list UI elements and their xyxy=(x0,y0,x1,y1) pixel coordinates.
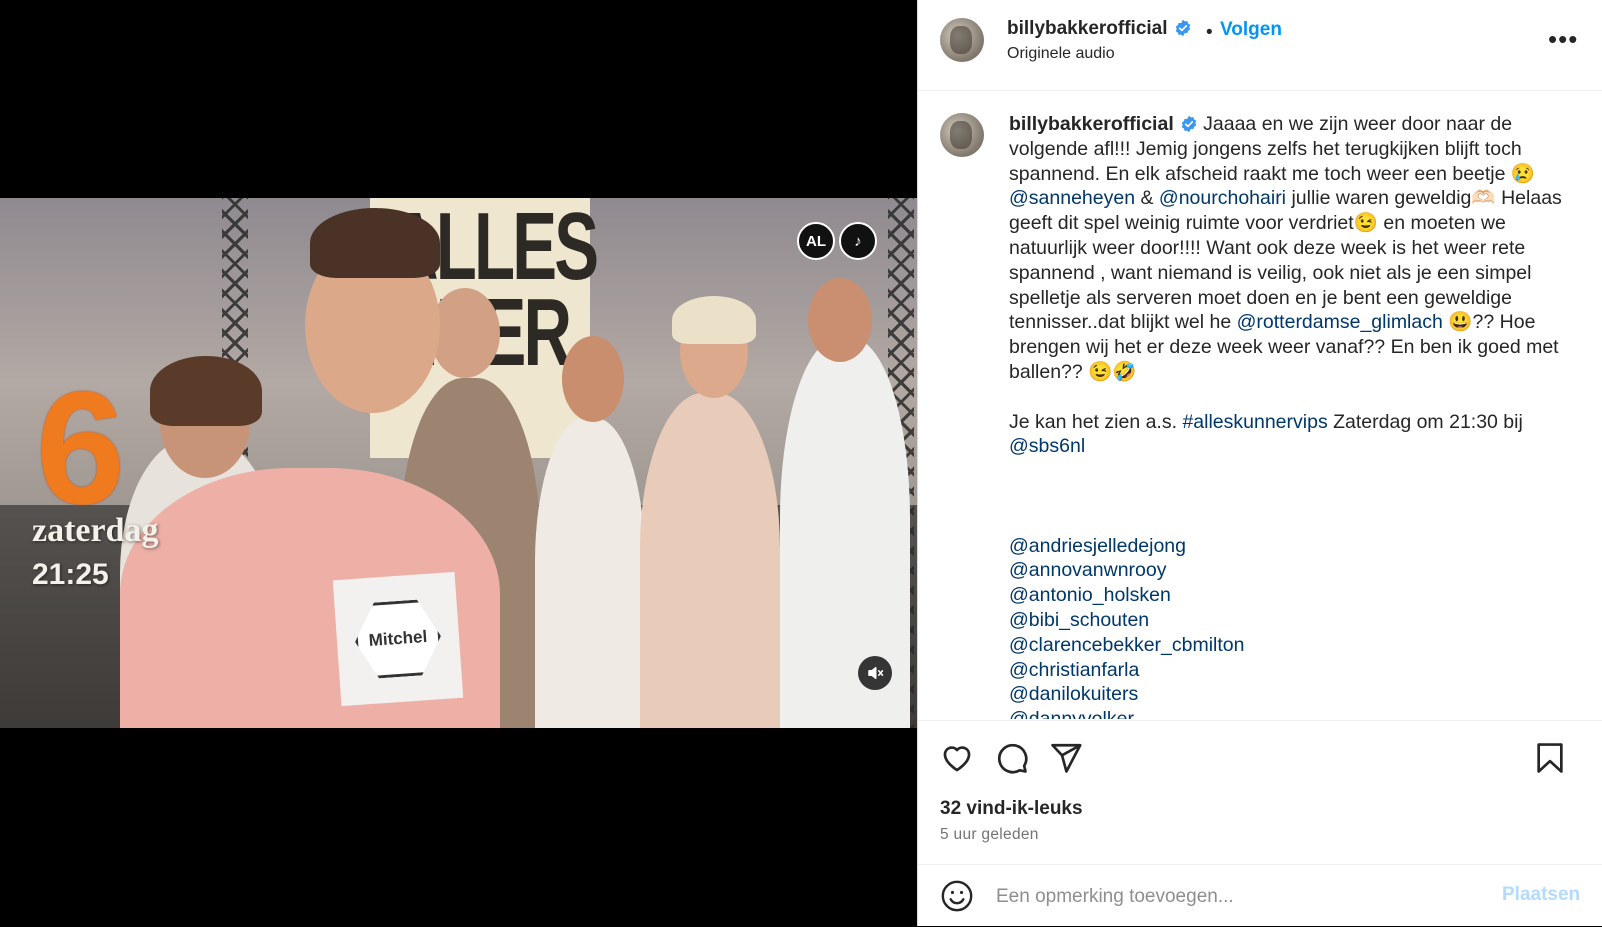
post-header: billybakkerofficial • Volgen Originele a… xyxy=(918,0,1602,91)
hashtag-link[interactable]: #alleskunnervips xyxy=(1182,411,1327,433)
header-separator: • xyxy=(1206,22,1213,43)
verified-badge-icon xyxy=(1181,115,1197,133)
follow-button[interactable]: Volgen xyxy=(1220,19,1282,41)
content-warning-badge: ♪ xyxy=(839,222,877,260)
header-username[interactable]: billybakkerofficial xyxy=(1007,18,1168,39)
tag-list: @andriesjelledejong @annovanwnrooy @anto… xyxy=(1009,534,1569,719)
more-icon: ••• xyxy=(1548,24,1579,54)
video-host-hair xyxy=(310,208,440,278)
video-name-tag: Mitchel xyxy=(332,571,464,707)
video-person-head xyxy=(562,336,624,422)
caption-text: billybakkerofficial Jaaaa en we zijn wee… xyxy=(1009,112,1569,719)
tag-link[interactable]: @dannyvolker xyxy=(1009,708,1134,719)
caption-avatar[interactable] xyxy=(940,113,984,157)
mute-button[interactable] xyxy=(858,656,892,690)
video-badges: AL ♪ xyxy=(797,222,877,260)
tag-link[interactable]: @andriesjelledejong xyxy=(1009,535,1186,557)
verified-badge-icon xyxy=(1175,19,1190,37)
tag-link[interactable]: @christianfarla xyxy=(1009,659,1139,681)
comment-input[interactable] xyxy=(994,879,1468,915)
tag-link[interactable]: @annovanwnrooy xyxy=(1009,559,1166,581)
airing-day: zaterdag xyxy=(32,512,159,549)
likes-count[interactable]: 32 vind-ik-leuks xyxy=(940,798,1083,820)
video-person-hair xyxy=(150,356,262,426)
mute-icon xyxy=(868,667,884,679)
channel-six-logo: 6 xyxy=(36,358,125,537)
video-person xyxy=(640,393,780,728)
video-frame: ALLES NNER Mitchel xyxy=(0,198,917,728)
caption-text-fragment: & xyxy=(1135,187,1159,210)
comment-icon[interactable] xyxy=(995,741,1029,775)
tag-link[interactable]: @danilokuiters xyxy=(1009,683,1138,705)
mention-link[interactable]: @sanneheyen xyxy=(1009,187,1135,209)
media-area: ALLES NNER Mitchel 6 xyxy=(0,0,917,926)
post-timestamp: 5 uur geleden xyxy=(940,826,1039,843)
emoji-icon[interactable] xyxy=(940,879,974,913)
post-panel: billybakkerofficial • Volgen Originele a… xyxy=(917,0,1602,926)
more-options-button[interactable]: ••• xyxy=(1548,24,1578,55)
post-comment-button[interactable]: Plaatsen xyxy=(1502,884,1580,906)
action-bar: 32 vind-ik-leuks 5 uur geleden xyxy=(918,720,1602,865)
video-person-head xyxy=(808,278,872,362)
mention-link[interactable]: @nourchohairi xyxy=(1159,187,1286,209)
comment-composer: Plaatsen xyxy=(918,864,1602,927)
video-name-tag-text: Mitchel xyxy=(368,626,428,651)
tag-link[interactable]: @clarencebekker_cbmilton xyxy=(1009,634,1245,656)
original-audio-link[interactable]: Originele audio xyxy=(1007,45,1115,63)
video-person xyxy=(535,418,645,728)
video-person-head xyxy=(430,288,500,378)
tag-link[interactable]: @antonio_holsken xyxy=(1009,584,1171,606)
mention-link[interactable]: @sbs6nl xyxy=(1009,435,1085,457)
video-person-hair xyxy=(672,296,756,344)
heart-icon[interactable] xyxy=(940,741,974,775)
tag-link[interactable]: @bibi_schouten xyxy=(1009,609,1149,631)
mention-link[interactable]: @rotterdamse_glimlach xyxy=(1237,311,1443,333)
caption-paragraph: Zaterdag om 21:30 bij xyxy=(1327,410,1523,433)
caption-username[interactable]: billybakkerofficial xyxy=(1009,113,1174,135)
caption-paragraph: Je kan het zien a.s. xyxy=(1009,410,1183,433)
video-name-hexagon: Mitchel xyxy=(352,598,443,680)
share-icon[interactable] xyxy=(1049,741,1083,775)
video-player[interactable]: ALLES NNER Mitchel 6 xyxy=(0,198,917,728)
caption-scroll-area[interactable]: billybakkerofficial Jaaaa en we zijn wee… xyxy=(918,91,1602,719)
bookmark-icon[interactable] xyxy=(1533,741,1567,775)
avatar[interactable] xyxy=(940,18,984,62)
age-rating-badge: AL xyxy=(797,222,835,260)
airing-time: 21:25 xyxy=(32,558,109,591)
